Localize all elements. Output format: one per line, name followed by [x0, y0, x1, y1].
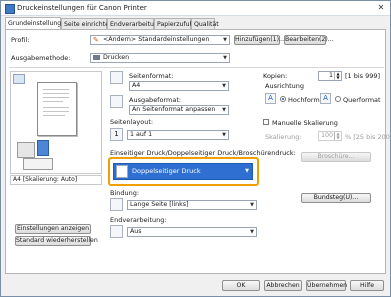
preview-caption: A4 [Skalierung: Auto] [10, 175, 102, 185]
binding-value: Lange Seite [links] [130, 201, 189, 208]
divider [9, 67, 384, 68]
print-settings-window: Druckeinstellungen für Canon Printer ✕ G… [0, 0, 391, 297]
page-size-label: Seitenformat: [129, 72, 174, 80]
output-size-icon [110, 95, 123, 108]
tab-endverarbeitung[interactable]: Endverarbeitung [107, 18, 162, 29]
window-title: Druckeinstellungen für Canon Printer [17, 4, 147, 12]
scaling-range: % [25 bis 200] [345, 133, 391, 141]
duplex-icon [116, 165, 128, 178]
tab-seite-einrichten[interactable]: Seite einrichten [61, 18, 113, 29]
settings-panel: Profil: ✎ <Ändern> Standardeinstellungen… [5, 29, 391, 274]
scaling-label: Skalierung: [265, 133, 302, 141]
preview-area [10, 71, 102, 174]
chevron-down-icon: ▼ [222, 107, 226, 113]
output-method-select[interactable]: Drucken ▼ [90, 53, 230, 63]
profile-value: <Ändern> Standardeinstellungen [103, 36, 210, 43]
close-icon[interactable]: ✕ [376, 3, 386, 12]
printer-icon [93, 55, 100, 60]
finishing-select[interactable]: Aus ▼ [127, 227, 257, 237]
page-size-icon [110, 71, 123, 84]
apply-button[interactable]: Übernehmen [306, 280, 347, 291]
page-size-select[interactable]: A4 ▼ [129, 81, 229, 91]
add-profile-button[interactable]: Hinzufügen(1)... [234, 35, 285, 45]
profile-select[interactable]: ✎ <Ändern> Standardeinstellungen ▼ [90, 35, 230, 45]
portrait-radio[interactable] [280, 96, 286, 102]
view-switch-icon[interactable] [23, 158, 53, 170]
duplex-value: Doppelseitiger Druck [132, 167, 201, 175]
portrait-icon: A [265, 93, 276, 104]
copies-label: Kopien: [263, 72, 288, 80]
scaling-spinner[interactable]: 100 ▲ ▼ [318, 131, 342, 141]
pencil-icon: ✎ [93, 36, 99, 44]
orientation-label: Ausrichtung [265, 82, 305, 90]
binding-icon [110, 198, 123, 211]
finishing-label: Endverarbeitung: [110, 216, 167, 224]
tab-grundeinstellungen[interactable]: Grundeinstellungen [5, 17, 69, 29]
page-size-value: A4 [132, 82, 141, 89]
page-layout-select[interactable]: 1 auf 1 ▼ [127, 130, 229, 140]
output-size-value: An Seitenformat anpassen [132, 106, 216, 113]
tab-qualitaet[interactable]: Qualität [191, 18, 219, 29]
chevron-down-icon: ▼ [222, 132, 226, 138]
paper-tray-icon [37, 140, 49, 156]
show-settings-button[interactable]: Einstellungen anzeigen [15, 224, 91, 234]
page-preview [37, 82, 77, 136]
restore-defaults-button[interactable]: Standard wiederherstellen [15, 236, 98, 246]
landscape-radio[interactable] [335, 96, 341, 102]
output-method-label: Ausgabemethode: [11, 54, 71, 62]
chevron-down-icon: ▼ [245, 168, 249, 174]
brochure-button[interactable]: Broschüre... [301, 152, 371, 162]
manual-scaling-label: Manuelle Skalierung [272, 119, 338, 127]
landscape-icon: A [320, 93, 331, 104]
scaling-value: 100 [320, 132, 333, 139]
chevron-down-icon: ▼ [250, 202, 254, 208]
edit-profile-button[interactable]: Bearbeiten(2)... [284, 35, 334, 45]
landscape-label: Querformat [343, 96, 381, 104]
copies-range: [1 bis 999] [345, 72, 381, 80]
ok-button[interactable]: OK [222, 280, 260, 291]
output-size-label: Ausgabeformat: [129, 96, 182, 104]
duplex-select[interactable]: Doppelseitiger Druck ▼ [113, 163, 253, 180]
finishing-icon [110, 225, 123, 238]
tab-papierzufuhr[interactable]: Papierzufuhr [154, 18, 196, 29]
chevron-down-icon: ▼ [222, 83, 226, 89]
gutter-button[interactable]: Bundsteg(U)... [301, 193, 371, 203]
profile-label: Profil: [11, 36, 30, 44]
page-layout-label: Seitenlayout: [110, 118, 154, 126]
manual-scaling-checkbox[interactable] [263, 119, 269, 125]
chevron-down-icon: ▼ [223, 37, 227, 43]
chevron-down-icon: ▼ [250, 229, 254, 235]
duplex-label: Einseitiger Druck/Doppelseitiger Druck/B… [110, 149, 296, 157]
spin-arrows-icon[interactable]: ▲ ▼ [334, 132, 341, 140]
binding-select[interactable]: Lange Seite [links] ▼ [127, 200, 257, 210]
page-layout-value: 1 auf 1 [130, 131, 153, 138]
chevron-down-icon: ▼ [223, 55, 227, 61]
cancel-button[interactable]: Abbrechen [264, 280, 302, 291]
page-layout-icon: 1 [110, 128, 123, 141]
preview-toggle-icon[interactable] [13, 74, 25, 84]
spin-arrows-icon[interactable]: ▲ ▼ [334, 72, 341, 80]
finishing-value: Aus [130, 228, 142, 235]
copies-value: 1 [328, 72, 333, 79]
printer-preview-icon [17, 142, 35, 158]
output-method-value: Drucken [103, 54, 130, 61]
printer-icon [5, 4, 15, 14]
title-bar: Druckeinstellungen für Canon Printer ✕ [1, 1, 390, 16]
binding-label: Bindung: [110, 189, 140, 197]
output-size-select[interactable]: An Seitenformat anpassen ▼ [129, 105, 229, 115]
copies-spinner[interactable]: 1 ▲ ▼ [318, 71, 342, 81]
help-button[interactable]: Hilfe [350, 280, 384, 291]
